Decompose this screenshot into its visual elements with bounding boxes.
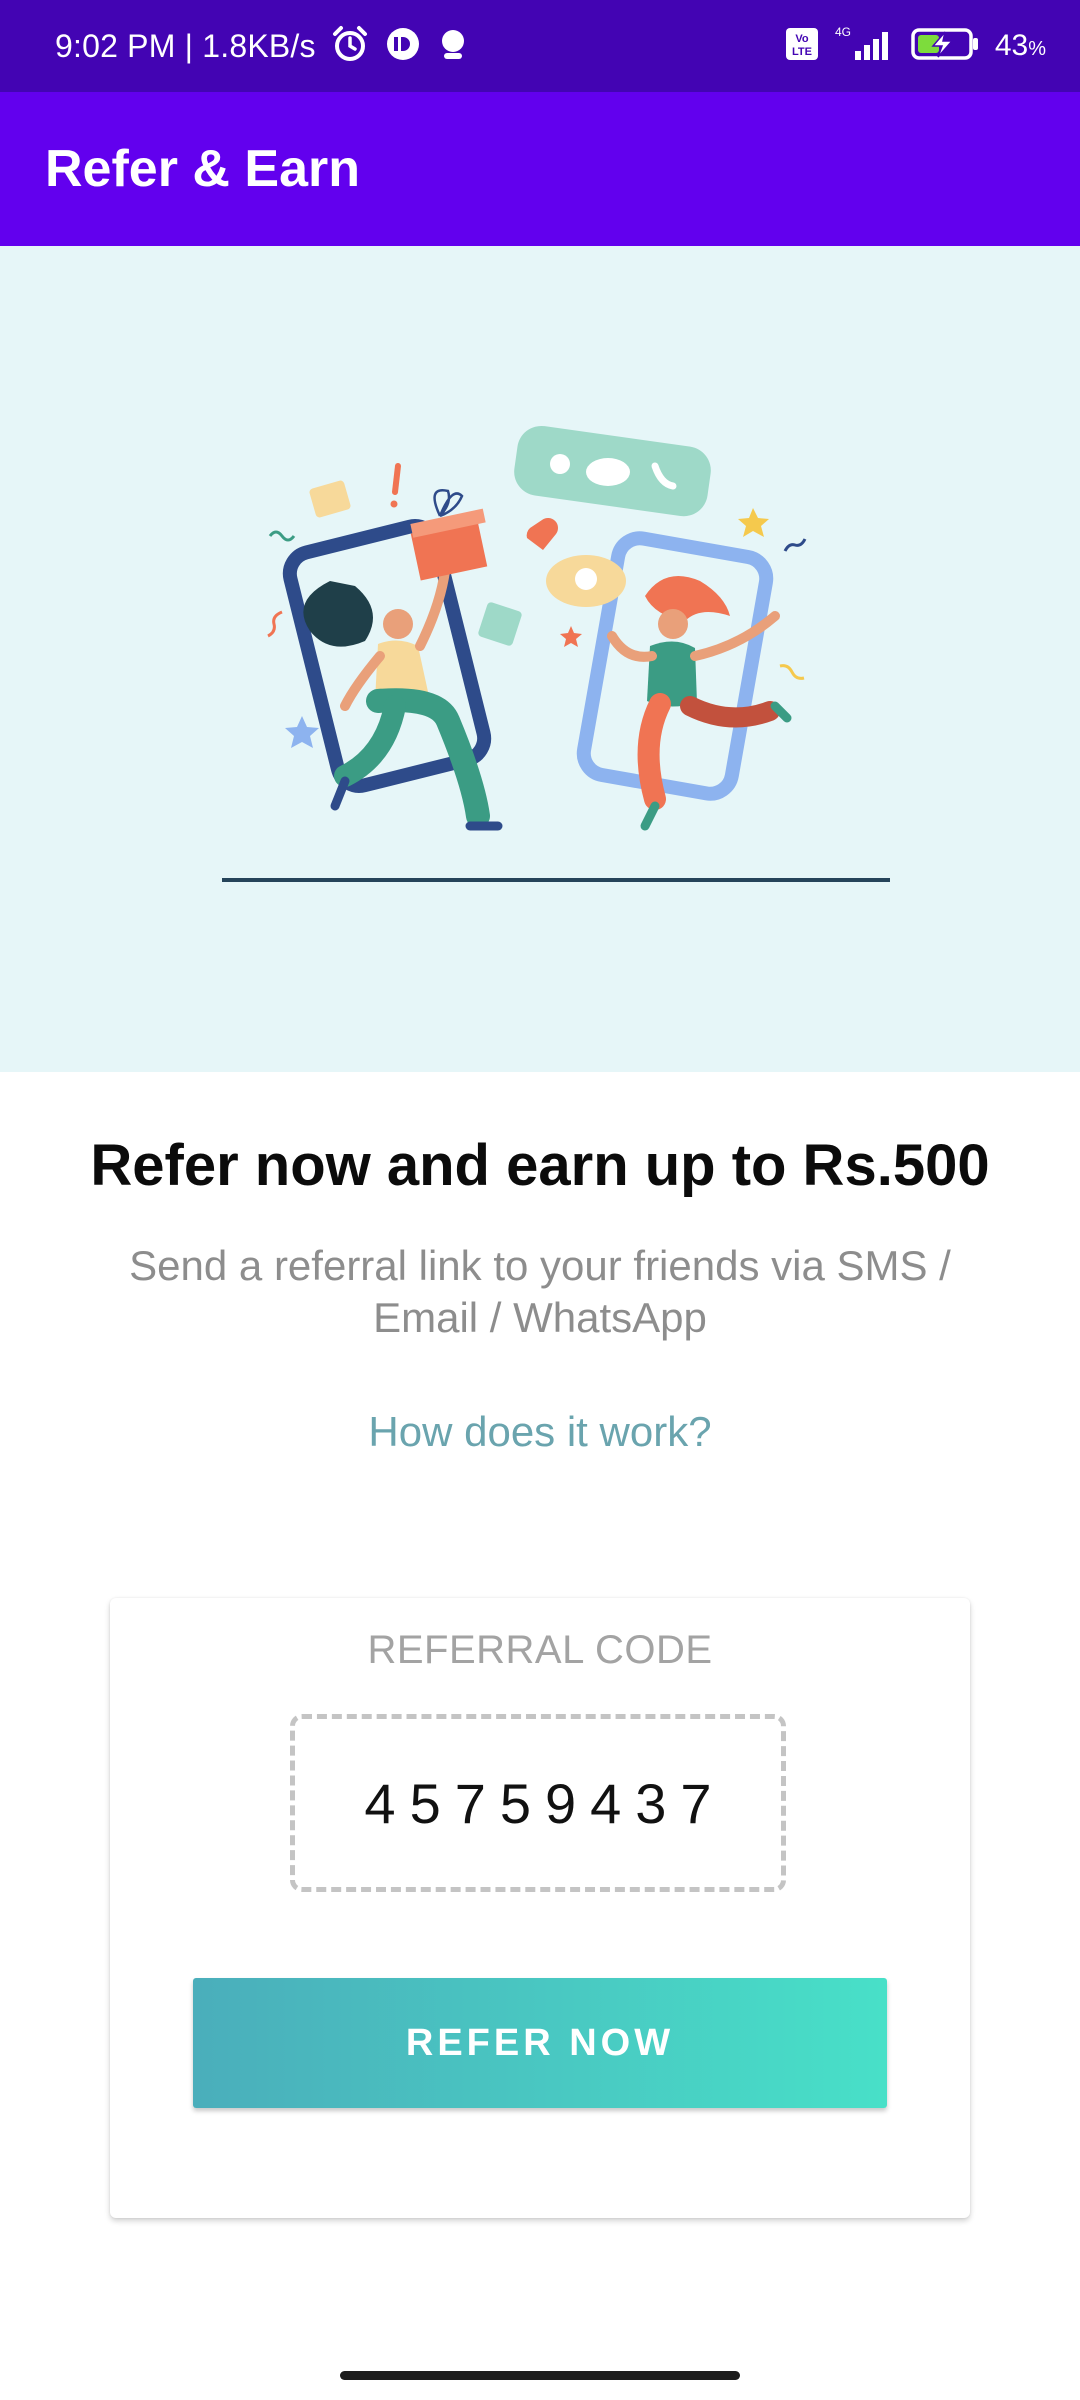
alarm-icon: [330, 24, 370, 69]
app-bar: Refer & Earn: [0, 92, 1080, 246]
referral-code-value: 45759437: [364, 1771, 726, 1835]
headline: Refer now and earn up to Rs.500: [90, 1133, 990, 1198]
gift-box-icon: [410, 489, 488, 581]
page-title: Refer & Earn: [45, 140, 360, 198]
heart-icon: [526, 517, 559, 550]
home-indicator[interactable]: [340, 2371, 740, 2380]
hero-illustration: [0, 246, 1080, 1072]
notification-icon: [436, 25, 470, 68]
status-bar: 9:02 PM | 1.8KB/s Vo LTE 4G 43%: [0, 0, 1080, 92]
referral-card: REFERRAL CODE 45759437 REFER NOW: [110, 1598, 970, 2218]
exclamation-icon: [392, 463, 401, 495]
squiggle-icon: [268, 530, 296, 542]
how-it-works-link[interactable]: How does it work?: [0, 1408, 1080, 1456]
star-icon: [285, 716, 319, 748]
referral-code-label: REFERRAL CODE: [367, 1628, 713, 1672]
chat-bubble-icon: [514, 425, 711, 517]
subtext: Send a referral link to your friends via…: [129, 1242, 951, 1341]
messenger-icon: [384, 25, 422, 68]
message-icon: [309, 480, 351, 518]
status-left: 9:02 PM | 1.8KB/s: [55, 0, 470, 92]
status-right: Vo LTE 4G 43%: [785, 0, 1046, 92]
referral-illustration: [222, 425, 890, 882]
refer-now-button[interactable]: REFER NOW: [193, 1978, 887, 2108]
battery-percent: 43%: [994, 29, 1046, 62]
network-type: 4G: [835, 25, 851, 39]
svg-text:LTE: LTE: [792, 46, 812, 58]
referral-code-box[interactable]: 45759437: [290, 1714, 786, 1892]
signal-icon: 4G: [833, 24, 897, 69]
svg-text:Vo: Vo: [795, 33, 809, 45]
status-time: 9:02 PM | 1.8KB/s: [55, 27, 316, 64]
star-icon: [738, 508, 769, 537]
volte-icon: Vo LTE: [785, 27, 819, 66]
battery-charging-icon: [911, 26, 981, 67]
chat-smile-icon: [546, 555, 626, 607]
star-icon: [560, 626, 582, 647]
photo-icon: [478, 602, 522, 646]
squiggle-icon: [783, 538, 807, 552]
squiggle-icon: [779, 664, 805, 680]
squiggle-icon: [267, 610, 283, 638]
